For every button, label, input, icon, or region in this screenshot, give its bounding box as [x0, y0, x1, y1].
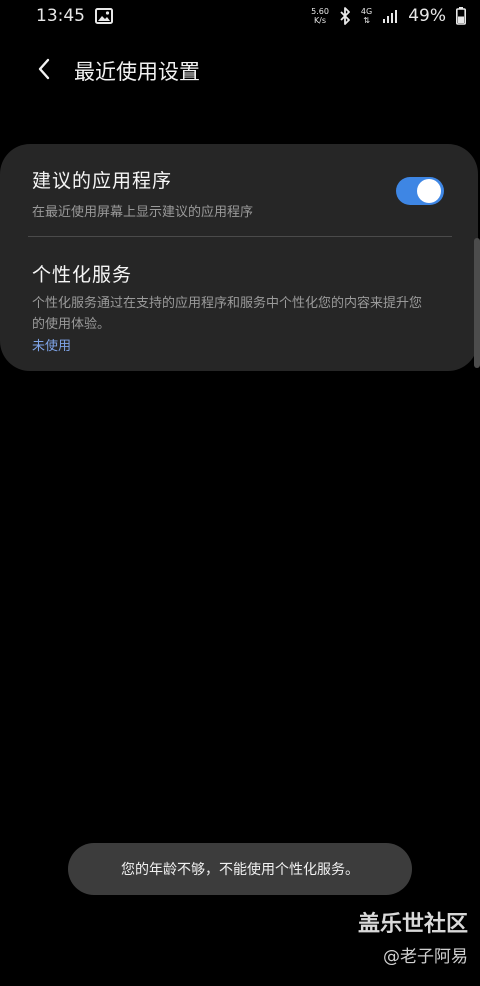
network-speed: 5.60 K/s	[311, 7, 329, 25]
network-speed-value: 5.60	[311, 7, 329, 16]
toast-message: 您的年龄不够，不能使用个性化服务。	[68, 843, 412, 895]
status-left: 13:45	[36, 6, 113, 26]
network-type: 4G ⇅	[361, 7, 372, 25]
battery-percent: 49%	[408, 6, 446, 26]
personalization-description: 个性化服务通过在支持的应用程序和服务中个性化您的内容来提升您的使用体验。	[32, 296, 423, 332]
status-time: 13:45	[36, 6, 85, 26]
status-right: 5.60 K/s 4G ⇅ 49%	[311, 6, 466, 26]
back-button[interactable]	[24, 51, 64, 91]
suggested-apps-subtitle: 在最近使用屏幕上显示建议的应用程序	[32, 205, 254, 220]
toggle-knob	[417, 179, 441, 203]
suggested-apps-row[interactable]: 建议的应用程序 在最近使用屏幕上显示建议的应用程序	[32, 166, 452, 220]
status-bar: 13:45 5.60 K/s 4G ⇅ 49%	[0, 0, 480, 32]
bluetooth-icon	[339, 7, 351, 25]
personalization-status: 未使用	[32, 339, 72, 354]
signal-icon	[382, 8, 398, 24]
suggested-apps-toggle[interactable]	[396, 177, 444, 205]
watermark-user: @老子阿易	[383, 947, 468, 967]
chevron-left-icon	[37, 57, 51, 85]
divider	[28, 236, 452, 237]
personalization-row[interactable]: 个性化服务 个性化服务通过在支持的应用程序和服务中个性化您的内容来提升您的使用体…	[32, 260, 432, 354]
scroll-indicator	[474, 238, 480, 368]
gallery-notification-icon	[95, 8, 113, 24]
toast-text: 您的年龄不够，不能使用个性化服务。	[121, 862, 359, 878]
personalization-title: 个性化服务	[32, 264, 133, 286]
settings-card: 建议的应用程序 在最近使用屏幕上显示建议的应用程序 个性化服务 个性化服务通过在…	[0, 144, 478, 371]
battery-icon	[456, 7, 466, 25]
page-title: 最近使用设置	[74, 60, 200, 84]
app-bar: 最近使用设置	[0, 50, 480, 92]
watermark-brand: 盖乐世社区	[357, 912, 468, 937]
network-type-label: 4G	[360, 7, 373, 16]
suggested-apps-title: 建议的应用程序	[32, 170, 173, 192]
data-arrows-icon: ⇅	[363, 16, 370, 25]
network-speed-unit: K/s	[313, 16, 327, 25]
